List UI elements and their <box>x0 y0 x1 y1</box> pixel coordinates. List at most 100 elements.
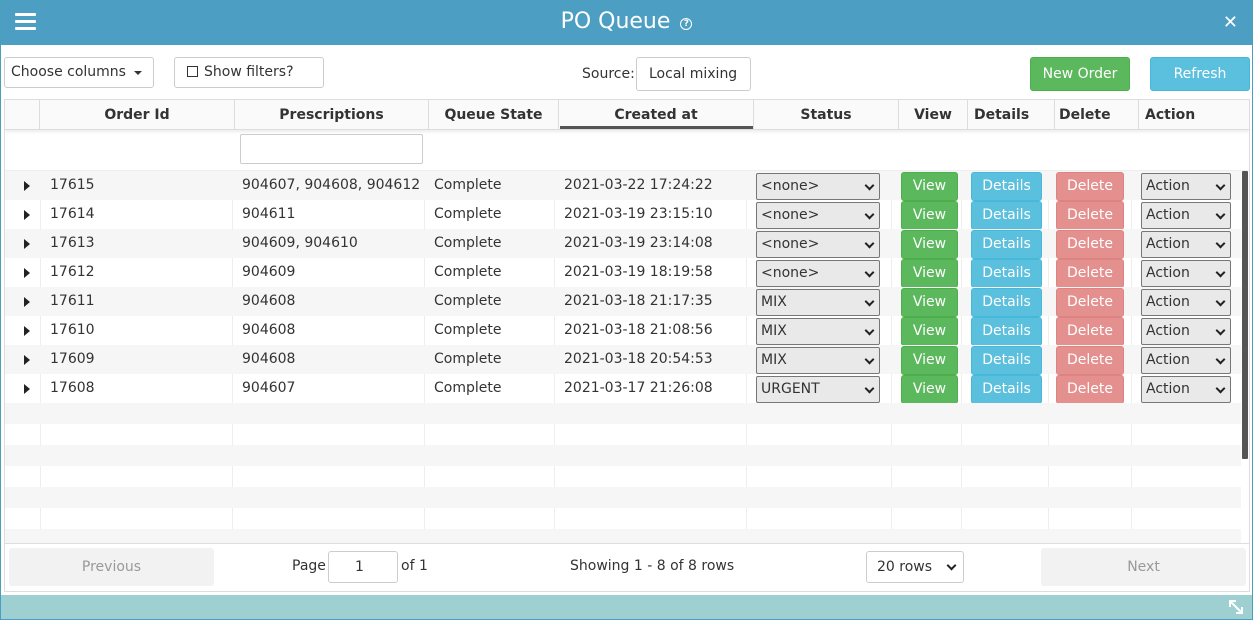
expand-row-icon[interactable] <box>24 297 30 307</box>
empty-row <box>5 529 1241 543</box>
view-button[interactable]: View <box>901 288 958 317</box>
queue-state-cell: Complete <box>434 293 502 309</box>
details-button[interactable]: Details <box>971 172 1042 201</box>
new-order-button[interactable]: New Order <box>1030 57 1130 91</box>
show-filters-toggle[interactable]: Show filters? <box>174 57 324 88</box>
page-number-input[interactable]: 1 <box>328 551 398 583</box>
details-button[interactable]: Details <box>971 259 1042 288</box>
view-button[interactable]: View <box>901 230 958 259</box>
details-button[interactable]: Details <box>971 375 1042 404</box>
window-footer <box>1 595 1252 619</box>
checkbox-icon[interactable] <box>187 66 198 77</box>
status-select[interactable]: MIX <box>756 318 880 345</box>
expand-row-icon[interactable] <box>24 210 30 220</box>
page-label: Page <box>292 558 326 574</box>
action-value: Action <box>1146 352 1190 368</box>
table-row: 17613 904609, 904610 Complete 2021-03-19 23… <box>5 229 1241 259</box>
next-button[interactable]: Next <box>1041 548 1246 586</box>
order-id-cell: 17611 <box>50 293 95 309</box>
expand-row-icon[interactable] <box>24 268 30 278</box>
table-row: 17609 904608 Complete 2021-03-18 20:54:53 MI… <box>5 345 1241 375</box>
action-select[interactable]: Action <box>1141 347 1231 374</box>
chevron-down-icon <box>864 180 875 191</box>
action-select[interactable]: Action <box>1141 173 1231 200</box>
header-prescriptions[interactable]: Prescriptions <box>235 100 429 130</box>
prescriptions-cell: 904609, 904610 <box>242 235 358 251</box>
delete-button[interactable]: Delete <box>1056 259 1124 288</box>
status-select[interactable]: MIX <box>756 289 880 316</box>
close-icon[interactable]: ✕ <box>1223 12 1238 33</box>
source-label: Source: <box>582 66 635 82</box>
expand-row-icon[interactable] <box>24 355 30 365</box>
action-select[interactable]: Action <box>1141 318 1231 345</box>
choose-columns-button[interactable]: Choose columns <box>4 57 154 88</box>
view-button[interactable]: View <box>901 201 958 230</box>
view-button[interactable]: View <box>901 172 958 201</box>
prescriptions-cell: 904608 <box>242 293 296 309</box>
status-select[interactable]: <none> <box>756 231 880 258</box>
status-select[interactable]: MIX <box>756 347 880 374</box>
rows-per-page-value: 20 rows <box>877 559 933 575</box>
chevron-down-icon <box>1215 383 1226 394</box>
action-value: Action <box>1146 265 1190 281</box>
status-select[interactable]: <none> <box>756 173 880 200</box>
empty-row <box>5 487 1241 508</box>
delete-button[interactable]: Delete <box>1056 375 1124 404</box>
view-button[interactable]: View <box>901 375 958 404</box>
expand-row-icon[interactable] <box>24 384 30 394</box>
action-select[interactable]: Action <box>1141 231 1231 258</box>
grid-header: Order Id Prescriptions Queue State Creat… <box>5 100 1249 130</box>
prescriptions-filter-input[interactable] <box>240 134 423 164</box>
expand-row-icon[interactable] <box>24 181 30 191</box>
rows-per-page-select[interactable]: 20 rows <box>866 551 964 583</box>
created-at-cell: 2021-03-17 21:26:08 <box>564 380 713 396</box>
details-button[interactable]: Details <box>971 288 1042 317</box>
vertical-scrollbar[interactable] <box>1241 171 1249 543</box>
header-action: Action <box>1145 107 1196 123</box>
delete-button[interactable]: Delete <box>1056 317 1124 346</box>
header-status[interactable]: Status <box>754 100 899 130</box>
delete-button[interactable]: Delete <box>1056 288 1124 317</box>
view-button[interactable]: View <box>901 346 958 375</box>
refresh-button[interactable]: Refresh <box>1150 57 1250 91</box>
action-select[interactable]: Action <box>1141 289 1231 316</box>
status-select[interactable]: <none> <box>756 202 880 229</box>
header-queue-state[interactable]: Queue State <box>429 100 559 130</box>
action-select[interactable]: Action <box>1141 260 1231 287</box>
details-button[interactable]: Details <box>971 346 1042 375</box>
view-button[interactable]: View <box>901 259 958 288</box>
orders-grid: Order Id Prescriptions Queue State Creat… <box>4 99 1250 544</box>
window-title: PO Queue <box>560 9 671 34</box>
expand-row-icon[interactable] <box>24 239 30 249</box>
previous-button[interactable]: Previous <box>9 548 214 586</box>
delete-button[interactable]: Delete <box>1056 201 1124 230</box>
table-row: 17612 904609 Complete 2021-03-19 18:19:58 <n… <box>5 258 1241 288</box>
queue-state-cell: Complete <box>434 206 502 222</box>
chevron-down-icon <box>1215 267 1226 278</box>
action-select[interactable]: Action <box>1141 202 1231 229</box>
delete-button[interactable]: Delete <box>1056 230 1124 259</box>
details-button[interactable]: Details <box>971 317 1042 346</box>
action-value: Action <box>1146 294 1190 310</box>
resize-icon[interactable] <box>1228 599 1244 615</box>
details-button[interactable]: Details <box>971 201 1042 230</box>
header-order-id[interactable]: Order Id <box>40 100 235 130</box>
source-dropdown[interactable]: Local mixing <box>636 57 751 109</box>
scrollbar-thumb[interactable] <box>1242 171 1248 459</box>
delete-button[interactable]: Delete <box>1056 346 1124 375</box>
empty-row <box>5 445 1241 466</box>
chevron-down-icon <box>1215 296 1226 307</box>
expand-row-icon[interactable] <box>24 326 30 336</box>
prescriptions-cell: 904611 <box>242 206 296 222</box>
status-select[interactable]: URGENT <box>756 376 880 403</box>
order-id-cell: 17608 <box>50 380 95 396</box>
delete-button[interactable]: Delete <box>1056 172 1124 201</box>
status-value: MIX <box>761 352 787 368</box>
prescriptions-cell: 904608 <box>242 322 296 338</box>
details-button[interactable]: Details <box>971 230 1042 259</box>
help-icon[interactable]: ? <box>680 18 693 30</box>
status-value: <none> <box>761 178 820 194</box>
action-select[interactable]: Action <box>1141 376 1231 403</box>
view-button[interactable]: View <box>901 317 958 346</box>
status-select[interactable]: <none> <box>756 260 880 287</box>
